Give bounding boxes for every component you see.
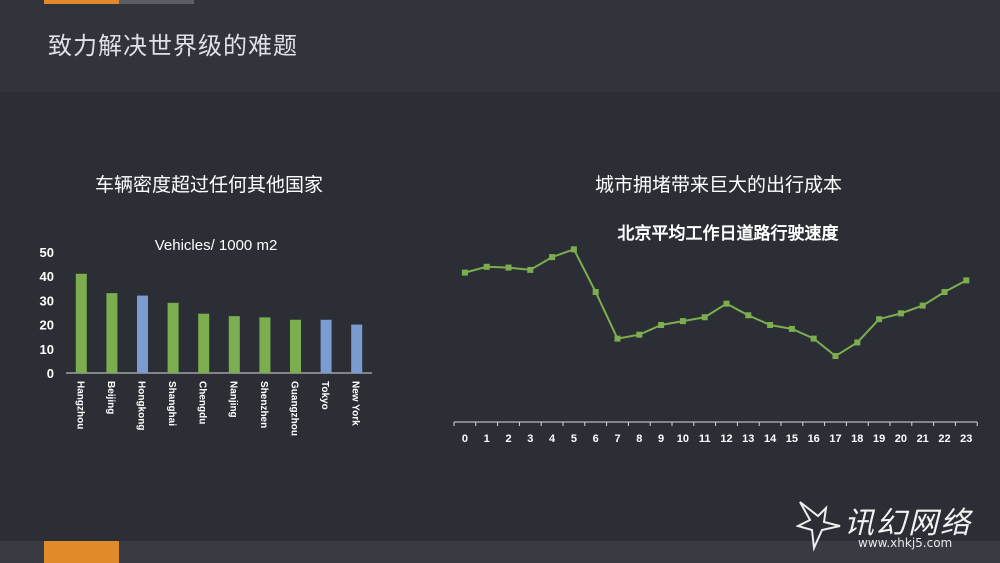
data-point [941,289,948,296]
x-tick-label: 5 [571,433,577,445]
data-point [876,316,883,323]
x-tick-label: 12 [720,433,732,445]
data-point [701,314,708,321]
bird-logo-icon [796,501,841,552]
data-point [919,302,926,309]
data-point [832,353,839,360]
x-tick-label: 20 [895,433,907,445]
x-tick-label: 23 [960,433,972,445]
data-point [505,264,512,271]
data-point [658,322,665,328]
data-point [963,277,970,284]
watermark-url: www.xhkj5.com [858,536,953,550]
x-tick-label: 21 [917,433,929,445]
data-point [897,310,904,317]
x-tick-label: 0 [462,433,468,445]
x-tick-label: 18 [851,433,863,445]
x-tick-label: 10 [677,433,689,445]
line-chart-title: 北京平均工作日道路行驶速度 [618,223,840,244]
x-tick-label: 9 [658,433,664,445]
data-point [592,289,599,296]
footer-accent-orange [44,541,119,563]
data-point [636,331,643,338]
data-point [679,318,686,325]
data-point [549,254,556,261]
data-point [570,246,577,253]
data-point [483,263,490,270]
data-point [810,335,817,342]
x-tick-label: 2 [505,433,511,445]
x-tick-label: 3 [527,433,533,445]
x-tick-label: 7 [614,433,620,445]
x-tick-label: 13 [742,433,754,445]
x-tick-label: 19 [873,433,885,445]
data-point [767,322,774,328]
x-tick-label: 8 [636,433,642,445]
series-line [464,248,967,358]
x-tick-label: 1 [484,433,490,445]
data-point [461,269,468,276]
line-chart: 北京平均工作日道路行驶速度0 1 2 3 4 5 6 7 8 9 10 11 12 13 14 15 16 17 1… [453,223,978,445]
watermark: 讯幻网络 www.xhkj5.com [796,496,996,552]
x-tick-label: 11 [699,433,711,445]
data-point [614,335,621,342]
data-point [527,266,534,273]
x-tick-label: 22 [938,433,950,445]
data-point [745,312,752,319]
x-tick-label: 14 [764,433,777,445]
x-tick-label: 15 [786,433,798,445]
x-tick-label: 16 [808,433,820,445]
x-tick-label: 6 [593,433,599,445]
x-tick-label: 4 [549,433,556,445]
x-tick-label: 17 [829,433,841,445]
data-point [723,300,730,307]
data-point [854,339,861,346]
data-point [788,325,795,332]
